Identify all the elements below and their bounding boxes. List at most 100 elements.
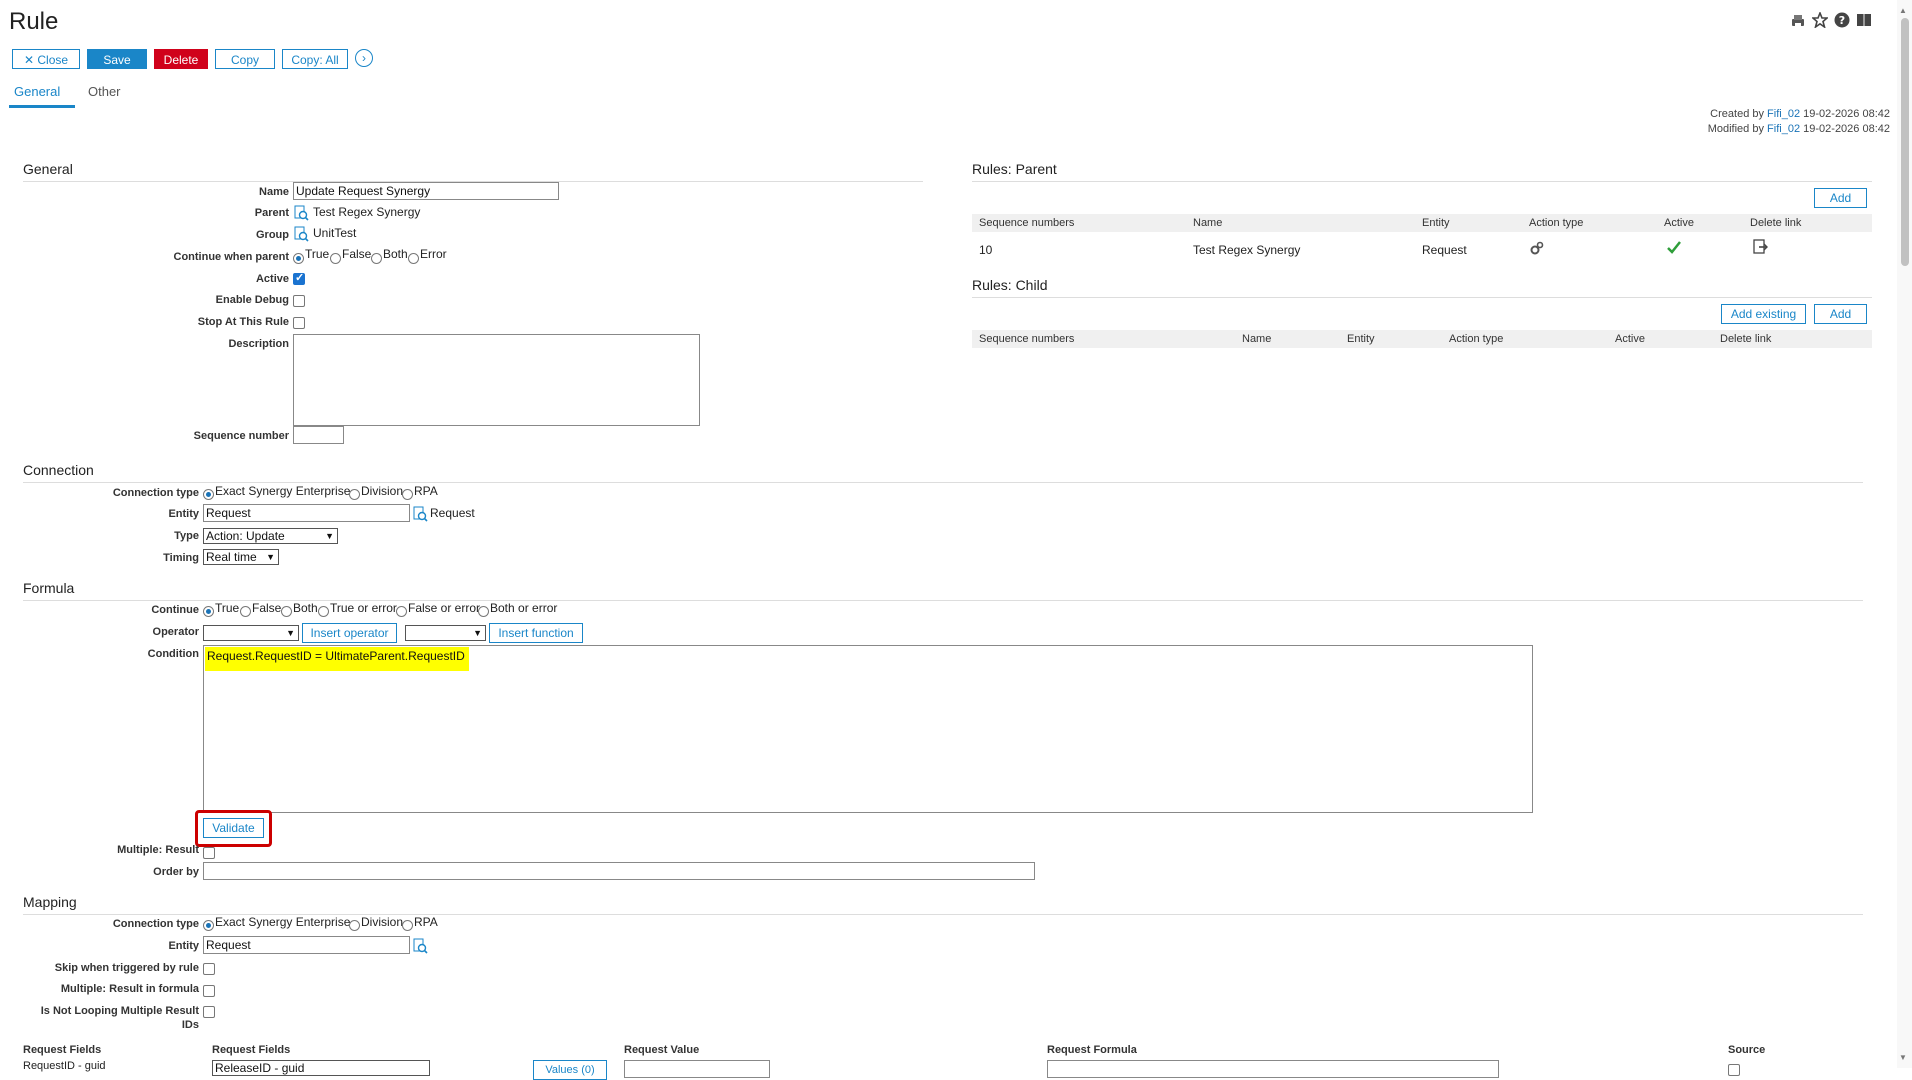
operator-select[interactable]: ▼ bbox=[203, 625, 299, 641]
book-icon[interactable] bbox=[1856, 12, 1872, 28]
mapping-field-select[interactable]: ReleaseID - guid bbox=[212, 1060, 430, 1076]
multiple-formula-checkbox[interactable] bbox=[203, 985, 215, 997]
sequence-number-input[interactable] bbox=[293, 426, 344, 444]
radio-connection-ese[interactable] bbox=[203, 489, 214, 500]
checkmark-icon bbox=[1667, 241, 1681, 254]
radio-label: Division bbox=[361, 484, 404, 498]
delete-link-icon[interactable] bbox=[1752, 239, 1768, 255]
modified-user-link[interactable]: Fifi_02 bbox=[1767, 123, 1800, 135]
scroll-up-icon[interactable]: ▲ bbox=[1899, 6, 1907, 15]
radio-formula-true[interactable] bbox=[203, 606, 214, 617]
column-header: Request Formula bbox=[1047, 1044, 1137, 1056]
insert-function-button[interactable]: Insert function bbox=[489, 623, 583, 643]
radio-connection-rpa[interactable] bbox=[402, 489, 413, 500]
vertical-scrollbar[interactable]: ▲ ▼ bbox=[1897, 0, 1912, 1068]
values-button[interactable]: Values (0) bbox=[533, 1060, 607, 1080]
lookup-icon[interactable] bbox=[412, 938, 428, 954]
copy-all-button[interactable]: Copy: All bbox=[282, 49, 348, 69]
radio-formula-false[interactable] bbox=[240, 606, 251, 617]
close-button[interactable]: ✕ Close bbox=[12, 49, 80, 69]
chevron-right-icon[interactable]: › bbox=[355, 49, 373, 67]
column-header: Request Fields bbox=[23, 1044, 102, 1056]
entity-display: Request bbox=[430, 506, 475, 520]
function-select[interactable]: ▼ bbox=[405, 625, 486, 641]
description-textarea[interactable] bbox=[293, 334, 700, 426]
radio-continue-false[interactable] bbox=[330, 253, 341, 264]
tab-general[interactable]: General bbox=[14, 84, 60, 99]
skip-triggered-checkbox[interactable] bbox=[203, 963, 215, 975]
stop-at-rule-label: Stop At This Rule bbox=[197, 316, 289, 328]
lookup-icon[interactable] bbox=[293, 226, 309, 242]
radio-continue-true[interactable] bbox=[293, 253, 304, 264]
sequence-number-label: Sequence number bbox=[193, 430, 289, 442]
radio-continue-error[interactable] bbox=[408, 253, 419, 264]
parent-label: Parent bbox=[254, 207, 289, 219]
column-header: Active bbox=[1615, 333, 1645, 345]
type-select[interactable]: Action: Update ▼ bbox=[203, 528, 338, 544]
entity-input[interactable]: Request bbox=[203, 504, 410, 522]
table-row[interactable]: 10 Test Regex Synergy Request bbox=[972, 233, 1872, 265]
add-parent-button[interactable]: Add bbox=[1814, 188, 1867, 208]
scrollbar-thumb[interactable] bbox=[1901, 18, 1909, 266]
created-user-link[interactable]: Fifi_02 bbox=[1767, 108, 1800, 120]
type-label: Type bbox=[174, 530, 199, 542]
radio-label: Error bbox=[420, 247, 447, 261]
lookup-icon[interactable] bbox=[412, 506, 428, 522]
insert-operator-button[interactable]: Insert operator bbox=[302, 623, 397, 643]
radio-label: Division bbox=[361, 915, 404, 929]
delete-button[interactable]: Delete bbox=[154, 49, 208, 69]
mapping-entity-input[interactable]: Request bbox=[203, 936, 410, 954]
chevron-down-icon: ▼ bbox=[473, 628, 482, 638]
star-icon[interactable] bbox=[1812, 12, 1828, 28]
order-by-input[interactable] bbox=[203, 862, 1035, 880]
add-child-button[interactable]: Add bbox=[1814, 304, 1867, 324]
modified-info: Modified by Fifi_02 19-02-2026 08:42 bbox=[1707, 123, 1890, 135]
radio-connection-division[interactable] bbox=[349, 489, 360, 500]
condition-textarea[interactable]: Request.RequestID = UltimateParent.Reque… bbox=[203, 645, 1533, 813]
radio-label: Both bbox=[293, 601, 318, 615]
description-label: Description bbox=[228, 338, 289, 350]
scroll-down-icon[interactable]: ▼ bbox=[1899, 1053, 1907, 1062]
parent-link[interactable]: Test Regex Synergy bbox=[313, 205, 420, 219]
row-name-link[interactable]: Test Regex Synergy bbox=[1193, 243, 1300, 257]
stop-at-rule-checkbox[interactable] bbox=[293, 317, 305, 329]
save-button[interactable]: Save bbox=[87, 49, 147, 69]
column-header: Name bbox=[1193, 217, 1223, 229]
request-value-input[interactable] bbox=[624, 1060, 770, 1078]
radio-mapping-ese[interactable] bbox=[203, 920, 214, 931]
radio-mapping-division[interactable] bbox=[349, 920, 360, 931]
column-header: Sequence numbers bbox=[979, 217, 1075, 229]
print-icon[interactable] bbox=[1790, 13, 1806, 29]
add-existing-button[interactable]: Add existing bbox=[1721, 304, 1806, 324]
column-header: Active bbox=[1664, 217, 1694, 229]
help-icon[interactable]: ? bbox=[1834, 12, 1850, 28]
multiple-formula-label: Multiple: Result in formula bbox=[60, 983, 199, 995]
validate-button[interactable]: Validate bbox=[203, 818, 264, 838]
active-checkbox[interactable] bbox=[293, 271, 305, 285]
timing-select[interactable]: Real time ▼ bbox=[203, 549, 279, 565]
not-looping-checkbox[interactable] bbox=[203, 1006, 215, 1018]
group-link[interactable]: UnitTest bbox=[313, 226, 356, 240]
copy-button[interactable]: Copy bbox=[215, 49, 275, 69]
name-input[interactable]: Update Request Synergy bbox=[293, 182, 559, 200]
radio-formula-false-or-error[interactable] bbox=[396, 606, 407, 617]
radio-continue-both[interactable] bbox=[371, 253, 382, 264]
column-header: Request Fields bbox=[212, 1044, 291, 1056]
request-formula-input[interactable] bbox=[1047, 1060, 1499, 1078]
column-header: Name bbox=[1242, 333, 1272, 345]
tab-other[interactable]: Other bbox=[88, 84, 121, 99]
radio-mapping-rpa[interactable] bbox=[402, 920, 413, 931]
enable-debug-checkbox[interactable] bbox=[293, 295, 305, 307]
radio-label: Both or error bbox=[490, 601, 558, 615]
column-header: Request Value bbox=[624, 1044, 700, 1056]
lookup-icon[interactable] bbox=[293, 205, 309, 221]
source-checkbox[interactable] bbox=[1728, 1064, 1740, 1076]
row-entity: Request bbox=[1422, 243, 1467, 257]
section-mapping-title: Mapping bbox=[23, 894, 77, 910]
condition-label: Condition bbox=[147, 648, 199, 660]
radio-formula-both-or-error[interactable] bbox=[478, 606, 489, 617]
radio-formula-true-or-error[interactable] bbox=[318, 606, 329, 617]
multiple-result-checkbox[interactable] bbox=[203, 847, 215, 859]
skip-triggered-label: Skip when triggered by rule bbox=[54, 962, 199, 974]
radio-formula-both[interactable] bbox=[281, 606, 292, 617]
